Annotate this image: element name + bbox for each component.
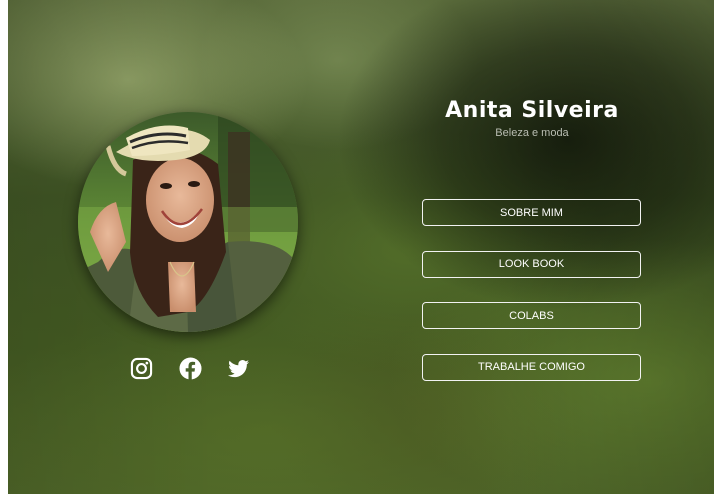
profile-card: Anita Silveira Beleza e moda SOBRE MIM L…: [8, 0, 714, 494]
work-with-me-button[interactable]: TRABALHE COMIGO: [422, 353, 641, 381]
page: Anita Silveira Beleza e moda SOBRE MIM L…: [0, 0, 720, 498]
profile-menu: SOBRE MIM LOOK BOOK COLABS TRABALHE COMI…: [422, 199, 643, 405]
profile-tagline: Beleza e moda: [495, 127, 569, 139]
about-me-button[interactable]: SOBRE MIM: [422, 199, 641, 226]
twitter-icon[interactable]: [227, 357, 250, 380]
look-book-button[interactable]: LOOK BOOK: [422, 250, 641, 278]
profile-photo: [78, 112, 298, 332]
colabs-button[interactable]: COLABS: [422, 302, 641, 329]
instagram-icon[interactable]: [130, 357, 153, 380]
profile-photo-illustration: [78, 112, 298, 332]
profile-name: Anita Silveira: [445, 98, 619, 123]
facebook-icon[interactable]: [178, 356, 202, 380]
social-links: [130, 356, 250, 380]
